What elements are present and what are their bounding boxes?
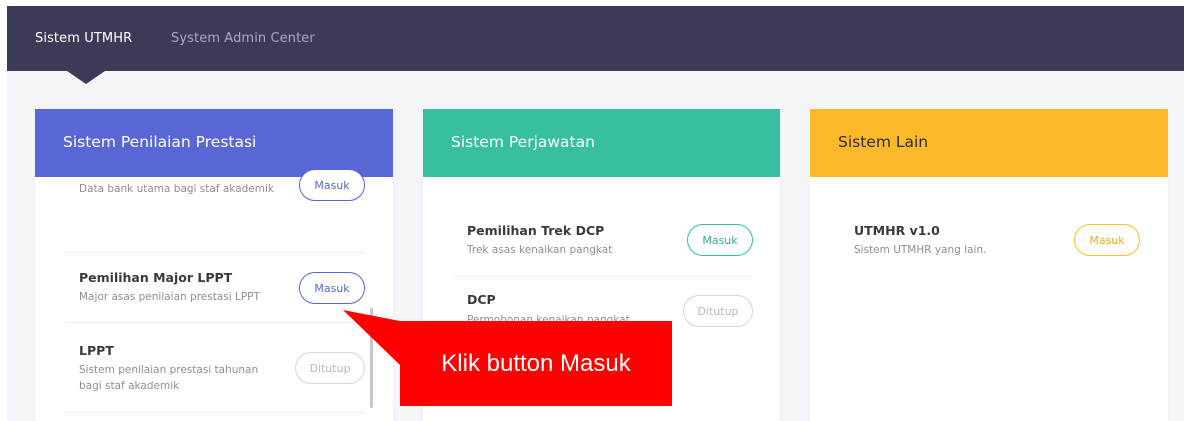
callout-box: Klik button Masuk [400, 321, 672, 406]
callout-text: Klik button Masuk [441, 349, 631, 377]
